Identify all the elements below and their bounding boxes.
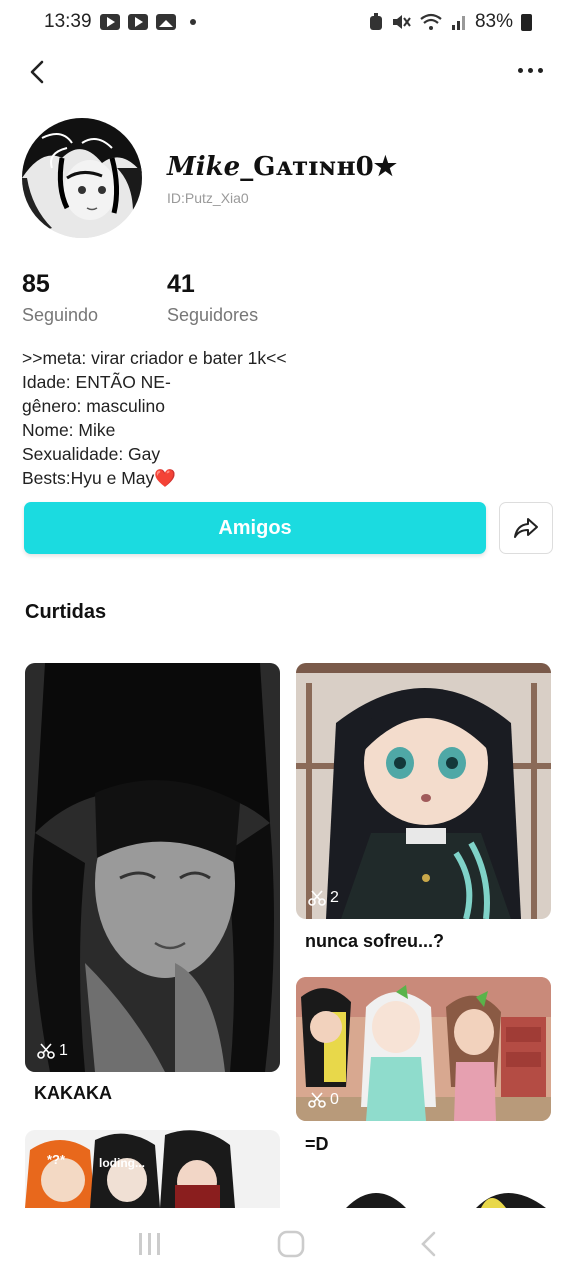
mute-icon: [392, 15, 411, 29]
card-title[interactable]: nunca sofreu...?: [305, 931, 444, 952]
card-image: [296, 1178, 551, 1208]
card-title[interactable]: =D: [305, 1134, 329, 1155]
liked-card-loading[interactable]: *?* loding...: [25, 1130, 280, 1208]
scissors-icon: [37, 1043, 55, 1059]
overlay-text: loding...: [99, 1156, 145, 1170]
remix-badge: 2: [308, 889, 339, 907]
card-title[interactable]: KAKAKA: [34, 1083, 112, 1104]
youtube-icon-2: [127, 14, 148, 30]
liked-card-partial[interactable]: [296, 1178, 551, 1208]
avatar-image: [22, 118, 142, 238]
card-image: [25, 1130, 280, 1208]
liked-card-kakaka[interactable]: 1: [25, 663, 280, 1072]
status-time: 13:39: [44, 11, 92, 32]
chevron-left-icon: [30, 60, 44, 84]
following-count: 85: [22, 270, 50, 298]
bio-line: Idade: ENTÃO NE-: [22, 372, 171, 392]
status-right: 83%: [369, 11, 532, 33]
system-nav-bar: [0, 1208, 576, 1280]
wifi-icon: [420, 13, 442, 30]
bio-line: Nome: Mike: [22, 420, 116, 440]
remix-count: 1: [59, 1042, 68, 1059]
followers-label: Seguidores: [167, 305, 259, 325]
bio-line: >>meta: virar criador e bater 1k<<: [22, 348, 287, 368]
overlay-text: *?*: [47, 1152, 66, 1167]
following-label: Seguindo: [22, 305, 99, 325]
alarm-icon: [369, 13, 382, 30]
notification-dot-icon: [189, 19, 196, 25]
profile-name: Mike_Gᴀᴛɪɴʜ0★: [167, 152, 397, 182]
signal-icon: [451, 16, 465, 30]
liked-card-d[interactable]: 0: [296, 977, 551, 1121]
status-left: 13:39: [44, 11, 196, 33]
youtube-icon: [99, 14, 120, 30]
home-icon[interactable]: [276, 1229, 306, 1259]
followers-stat[interactable]: 41 Seguidores: [167, 270, 258, 326]
followers-count: 41: [167, 270, 195, 298]
top-nav: [0, 50, 576, 94]
following-stat[interactable]: 85 Seguindo: [22, 270, 98, 326]
battery-icon: [521, 13, 532, 31]
remix-count: 0: [330, 1091, 339, 1108]
bio-line: Bests:Hyu e May❤️: [22, 468, 177, 488]
remix-badge: 0: [308, 1091, 339, 1109]
liked-card-nunca-sofreu[interactable]: 2: [296, 663, 551, 919]
bio-line: gênero: masculino: [22, 396, 165, 416]
recent-apps-icon[interactable]: [136, 1231, 164, 1257]
back-button[interactable]: [22, 56, 52, 88]
profile-name-rest: _Gᴀᴛɪɴʜ0★: [240, 152, 398, 182]
user-id: ID:Putz_Xia0: [167, 190, 249, 206]
liked-section-title: Curtidas: [25, 601, 107, 623]
battery-percent: 83%: [474, 11, 513, 32]
friends-button[interactable]: Amigos: [24, 502, 486, 554]
card-image: [296, 663, 551, 919]
remix-count: 2: [330, 889, 339, 906]
status-bar: 13:39 83%: [0, 0, 576, 44]
back-nav-icon[interactable]: [418, 1230, 440, 1258]
profile-name-italic: Mike: [167, 152, 241, 182]
more-dots-icon: [518, 67, 523, 73]
share-button[interactable]: [499, 502, 553, 554]
remix-badge: 1: [37, 1042, 68, 1060]
more-options-button[interactable]: [518, 60, 548, 80]
scissors-icon: [308, 1092, 326, 1108]
share-arrow-icon: [514, 518, 538, 538]
bio: >>meta: virar criador e bater 1k<< Idade…: [22, 346, 287, 490]
scissors-icon: [308, 890, 326, 906]
bio-line: Sexualidade: Gay: [22, 444, 161, 464]
card-image: [25, 663, 280, 1072]
gallery-icon: [155, 14, 176, 30]
avatar[interactable]: [22, 118, 142, 238]
